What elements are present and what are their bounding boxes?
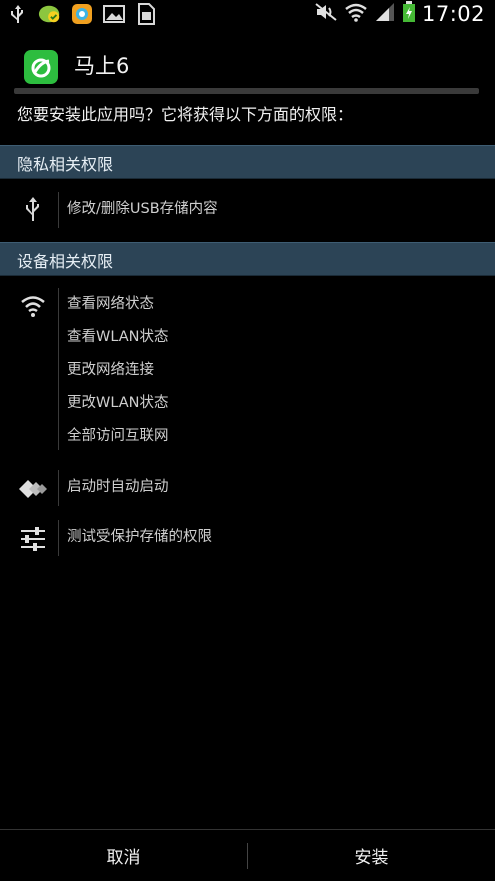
image-icon — [102, 2, 126, 26]
clock: 17:02 — [421, 2, 485, 26]
app-logo-icon — [24, 50, 58, 84]
install-button[interactable]: 安装 — [248, 830, 495, 881]
browser-icon — [70, 2, 94, 26]
install-prompt: 您要安装此应用吗？它将获得以下方面的权限： — [17, 105, 354, 124]
permission-group-startup: 启动时自动启动 — [0, 468, 495, 508]
permission-item: 更改WLAN状态 — [67, 395, 169, 411]
startup-arrows-icon — [14, 478, 52, 500]
permission-group-protected-storage: 测试受保护存储的权限 — [0, 518, 495, 558]
sim-icon — [134, 2, 158, 26]
wifi-icon — [14, 294, 52, 318]
permission-item: 全部访问互联网 — [67, 428, 169, 444]
usb-icon — [6, 2, 30, 26]
permission-item: 更改网络连接 — [67, 362, 154, 378]
app-name: 马上6 — [74, 54, 130, 78]
section-header-device: 设备相关权限 — [0, 242, 495, 276]
app-notification-icon — [38, 2, 62, 26]
mute-icon — [314, 2, 338, 26]
permission-item: 查看WLAN状态 — [67, 329, 169, 345]
permission-item: 测试受保护存储的权限 — [67, 529, 212, 545]
signal-icon — [374, 2, 396, 26]
battery-icon — [402, 1, 416, 27]
action-bar: 取消 安装 — [0, 829, 495, 881]
status-bar: 17:02 — [0, 0, 495, 28]
wifi-icon — [344, 2, 368, 26]
permission-group-network: 查看网络状态 查看WLAN状态 更改网络连接 更改WLAN状态 全部访问互联网 — [0, 284, 495, 454]
permission-group-storage: 修改/删除USB存储内容 — [0, 188, 495, 230]
usb-icon — [14, 196, 52, 222]
permission-item: 修改/删除USB存储内容 — [67, 201, 218, 217]
section-title: 设备相关权限 — [17, 252, 114, 271]
section-title: 隐私相关权限 — [17, 155, 114, 174]
permission-item: 启动时自动启动 — [67, 479, 169, 495]
cancel-button[interactable]: 取消 — [0, 830, 247, 881]
permission-item: 查看网络状态 — [67, 296, 154, 312]
section-header-privacy: 隐私相关权限 — [0, 145, 495, 179]
header-divider — [14, 88, 479, 94]
sliders-icon — [14, 526, 52, 552]
